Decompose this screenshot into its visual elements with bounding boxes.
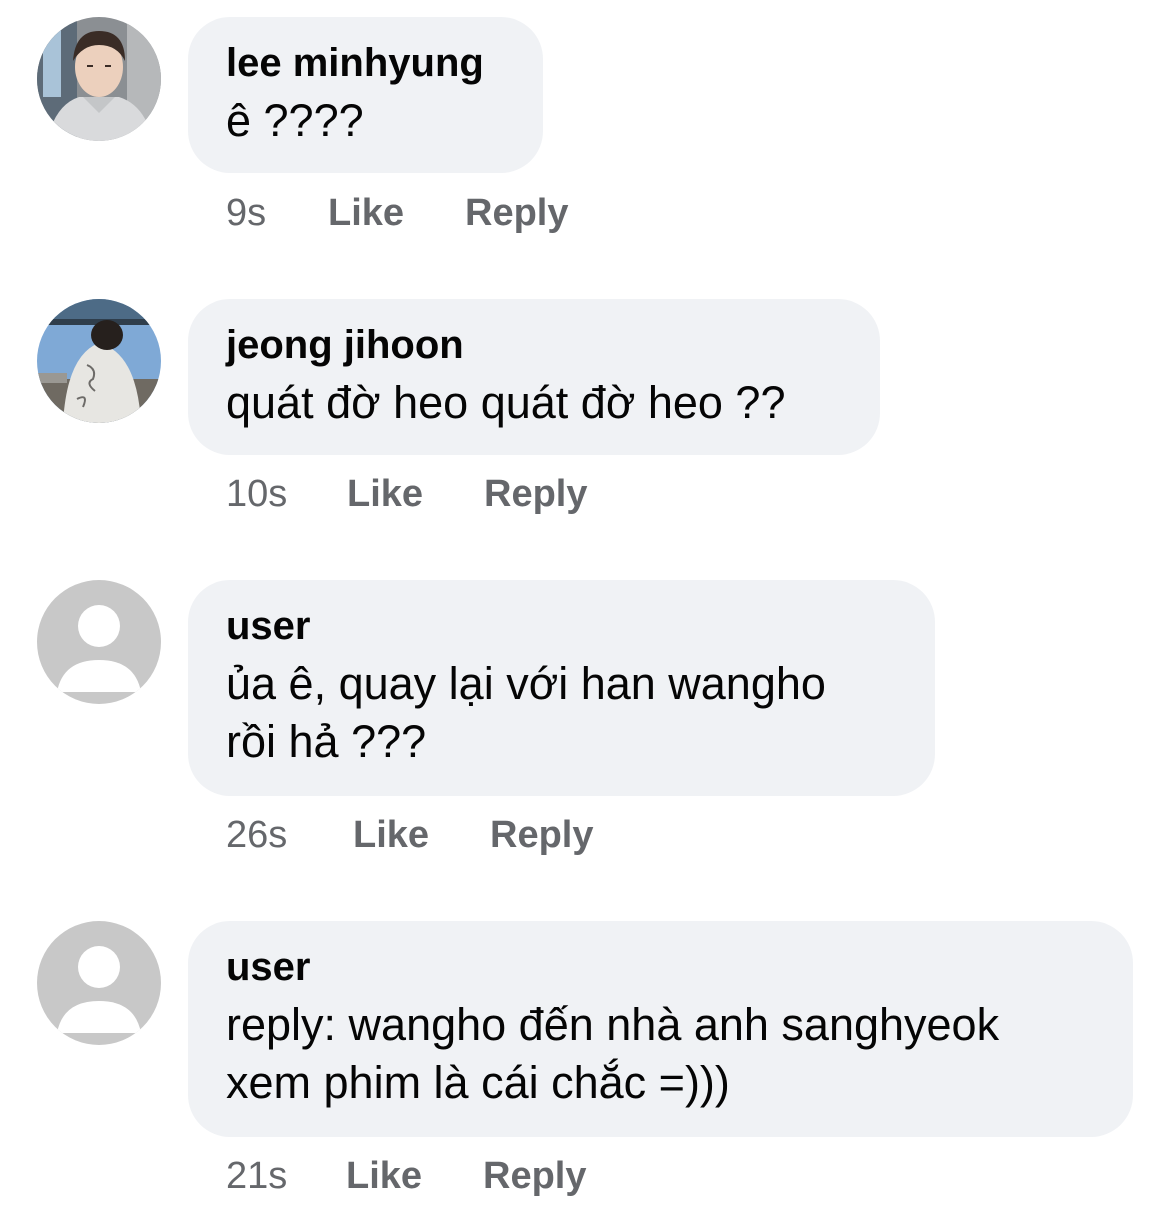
comment-bubble: user reply: wangho đến nhà anh sanghyeok… — [188, 921, 1133, 1137]
like-button[interactable]: Like — [346, 1152, 483, 1200]
avatar[interactable] — [37, 921, 161, 1045]
comment-actions: 21s Like Reply — [226, 1152, 586, 1200]
comment-timestamp[interactable]: 21s — [226, 1152, 346, 1200]
comment-item: user reply: wangho đến nhà anh sanghyeok… — [0, 0, 1170, 1211]
default-avatar-icon — [37, 921, 161, 1045]
comment-text: reply: wangho đến nhà anh sanghyeok xem … — [226, 996, 1095, 1112]
comment-author[interactable]: user — [226, 943, 1095, 991]
comment-text-line: xem phim là cái chắc =))) — [226, 1057, 730, 1108]
reply-button[interactable]: Reply — [483, 1152, 586, 1200]
comment-text-line: reply: wangho đến nhà anh sanghyeok — [226, 999, 1000, 1050]
